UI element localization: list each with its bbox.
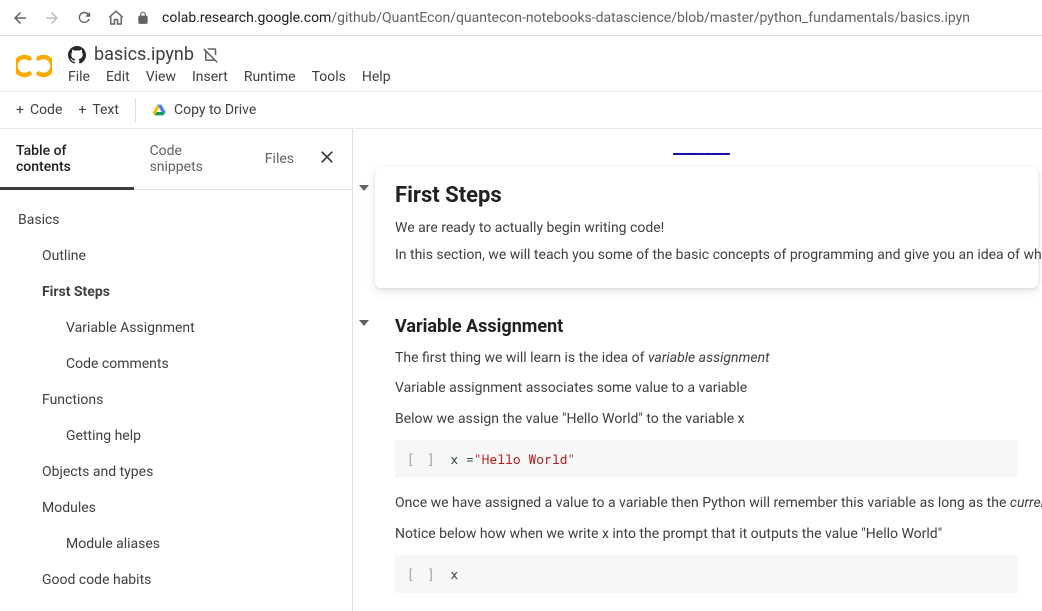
tab-files[interactable]: Files (249, 137, 310, 181)
tab-toc[interactable]: Table of contents (0, 129, 134, 189)
reload-button[interactable] (72, 6, 96, 30)
unsaved-changes-icon (202, 46, 220, 64)
va-p4b: current (1010, 495, 1042, 511)
va-p1b: variable assignment (648, 350, 770, 366)
menu-view[interactable]: View (146, 69, 176, 85)
toc-item-basics[interactable]: Basics (0, 202, 352, 238)
notebook-filename[interactable]: basics.ipynb (94, 44, 194, 65)
toolbar-separator (135, 98, 136, 122)
chevron-down-icon[interactable] (359, 185, 369, 191)
menubar: File Edit View Insert Runtime Tools Help (68, 69, 1026, 91)
sidebar-tabs: Table of contents Code snippets Files (0, 129, 352, 190)
notebook-area: _________ First Steps We are ready to ac… (353, 129, 1042, 611)
code2-var: x (450, 565, 458, 583)
top-link-row: _________ (361, 141, 1042, 157)
menu-tools[interactable]: Tools (312, 69, 346, 85)
back-button[interactable] (8, 6, 32, 30)
first-steps-cell[interactable]: First Steps We are ready to actually beg… (375, 167, 1038, 288)
variable-assignment-heading: Variable Assignment (395, 316, 1018, 337)
toc-item-functions[interactable]: Functions (0, 382, 352, 418)
add-text-button[interactable]: + Text (78, 102, 119, 118)
address-bar[interactable]: colab.research.google.com/github/QuantEc… (162, 10, 970, 26)
first-steps-p1: We are ready to actually begin writing c… (395, 218, 1018, 239)
toc-item-good-code[interactable]: Good code habits (0, 562, 352, 598)
toc-item-variable-assignment[interactable]: Variable Assignment (0, 310, 352, 346)
code-cell-2[interactable]: [ ] x (395, 555, 1018, 593)
menu-insert[interactable]: Insert (192, 69, 228, 85)
add-text-label: Text (92, 102, 119, 118)
va-p2: Variable assignment associates some valu… (395, 377, 1018, 399)
cell-gutter: [ ] (407, 450, 436, 468)
va-p4a: Once we have assigned a value to a varia… (395, 495, 1010, 511)
colab-header: basics.ipynb File Edit View Insert Runti… (0, 36, 1042, 91)
lock-icon (136, 11, 150, 25)
toc-item-objects[interactable]: Objects and types (0, 454, 352, 490)
code1-str: "Hello World" (474, 450, 575, 468)
va-p5: Notice below how when we write x into th… (395, 523, 1018, 545)
sidebar-close-button[interactable] (310, 140, 344, 178)
toc-item-code-comments[interactable]: Code comments (0, 346, 352, 382)
variable-assignment-cell[interactable]: Variable Assignment The first thing we w… (375, 312, 1038, 611)
close-icon (318, 148, 336, 166)
menu-help[interactable]: Help (362, 69, 391, 85)
url-host: colab.research.google.com (162, 10, 331, 26)
forward-button[interactable] (40, 6, 64, 30)
menu-edit[interactable]: Edit (106, 69, 130, 85)
add-code-button[interactable]: + Code (16, 102, 62, 118)
main-area: Table of contents Code snippets Files Ba… (0, 129, 1042, 611)
toolbar: + Code + Text Copy to Drive (0, 91, 1042, 129)
plus-icon: + (16, 102, 24, 118)
home-button[interactable] (104, 6, 128, 30)
sidebar: Table of contents Code snippets Files Ba… (0, 129, 353, 611)
toc-item-modules[interactable]: Modules (0, 490, 352, 526)
va-p4: Once we have assigned a value to a varia… (395, 492, 1018, 514)
drive-icon (152, 102, 168, 118)
first-steps-heading: First Steps (395, 183, 1018, 208)
copy-to-drive-label: Copy to Drive (174, 102, 256, 118)
cell-gutter: [ ] (407, 565, 436, 583)
add-code-label: Code (30, 102, 62, 118)
top-link[interactable]: _________ (673, 141, 730, 157)
code-cell-1[interactable]: [ ] x = "Hello World" (395, 440, 1018, 478)
copy-to-drive-button[interactable]: Copy to Drive (152, 102, 256, 118)
va-p3: Below we assign the value "Hello World" … (395, 408, 1018, 430)
plus-icon: + (78, 102, 86, 118)
table-of-contents: Basics Outline First Steps Variable Assi… (0, 190, 352, 611)
toc-item-getting-help[interactable]: Getting help (0, 418, 352, 454)
code1-var: x = (450, 450, 473, 468)
toc-item-first-steps[interactable]: First Steps (0, 274, 352, 310)
colab-logo-icon (16, 48, 52, 84)
github-icon (68, 46, 86, 64)
menu-file[interactable]: File (68, 69, 90, 85)
va-p1a: The first thing we will learn is the ide… (395, 350, 648, 366)
toc-item-outline[interactable]: Outline (0, 238, 352, 274)
url-path: /github/QuantEcon/quantecon-notebooks-da… (331, 10, 970, 26)
browser-toolbar: colab.research.google.com/github/QuantEc… (0, 0, 1042, 36)
toc-item-module-aliases[interactable]: Module aliases (0, 526, 352, 562)
first-steps-p2: In this section, we will teach you some … (395, 245, 1018, 266)
tab-snippets[interactable]: Code snippets (134, 129, 249, 189)
chevron-down-icon[interactable] (359, 320, 369, 326)
title-row: basics.ipynb (68, 44, 1026, 65)
va-p1: The first thing we will learn is the ide… (395, 347, 1018, 369)
menu-runtime[interactable]: Runtime (244, 69, 296, 85)
